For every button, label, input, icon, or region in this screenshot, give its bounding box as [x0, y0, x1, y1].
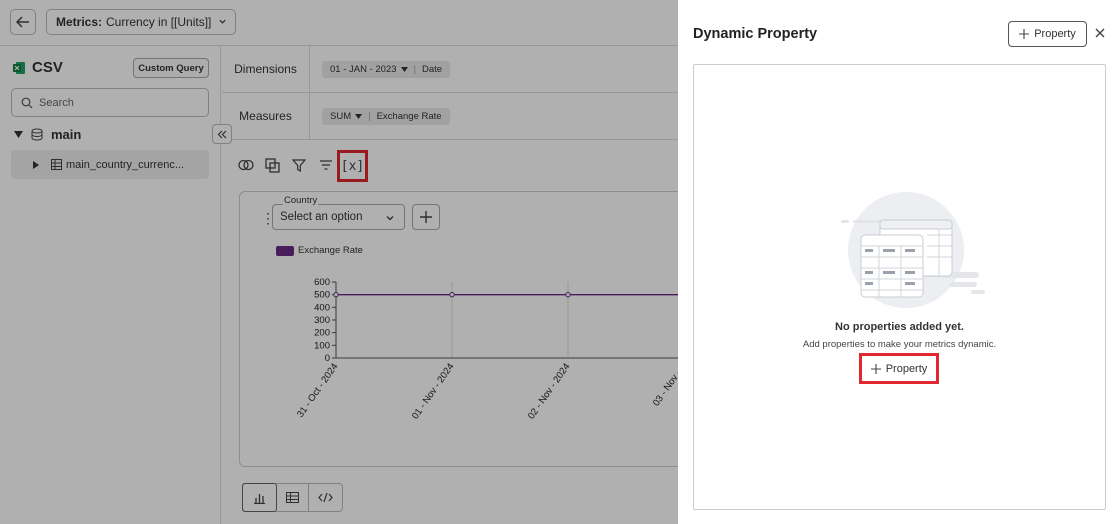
code-icon	[318, 492, 333, 503]
search-icon	[21, 97, 33, 108]
arrow-left-icon	[16, 16, 29, 28]
empty-add-property-label: Property	[885, 362, 928, 375]
add-property-button[interactable]: Property	[1008, 21, 1087, 47]
filter-icon	[292, 158, 306, 172]
measure-field: Exchange Rate	[376, 111, 442, 122]
y-tick-label: 0	[325, 353, 330, 364]
plus-icon	[1019, 29, 1030, 39]
x-tick-label: 03 - Nov - 2	[651, 361, 680, 408]
join-circles-icon	[238, 159, 254, 171]
measure-chip[interactable]: SUM | Exchange Rate	[322, 108, 450, 125]
sort-button[interactable]	[318, 157, 334, 173]
empty-state-title: No properties added yet.	[835, 321, 964, 333]
dimension-chip-value: 01 - JAN - 2023	[330, 64, 397, 75]
custom-query-button[interactable]: Custom Query	[133, 58, 209, 78]
data-point	[333, 291, 339, 298]
exchange-rate-line-chart: 0 100200 300 400500 600 31 - Oct - 2024 01 - N…	[295, 277, 680, 421]
csv-file-icon	[13, 62, 25, 74]
view-toggle	[242, 483, 343, 512]
x-tick-label: 01 - Nov - 2024	[410, 361, 457, 421]
y-tick-label: 400	[314, 302, 330, 313]
country-select[interactable]: Select an option	[272, 204, 405, 230]
y-tick-label: 200	[314, 328, 330, 339]
search-input[interactable]: Search	[11, 88, 209, 117]
measures-label: Measures	[222, 93, 310, 139]
copy-button[interactable]	[264, 157, 280, 173]
plus-icon	[870, 363, 881, 374]
properties-container: No properties added yet. Add properties …	[693, 64, 1106, 510]
variable-button[interactable]: [x]	[337, 150, 368, 182]
legend-label: Exchange Rate	[298, 245, 363, 256]
y-tick-label: 500	[314, 290, 330, 301]
empty-state-subtitle: Add properties to make your metrics dyna…	[802, 339, 997, 350]
measures-row: Measures SUM | Exchange Rate	[222, 93, 678, 140]
caret-down-icon	[355, 114, 363, 119]
dimension-field: Date	[422, 64, 443, 75]
y-tick-label: 600	[314, 277, 330, 288]
bar-chart-icon	[253, 493, 265, 504]
table-view-button[interactable]	[276, 484, 310, 511]
database-icon	[31, 128, 43, 141]
add-filter-button[interactable]	[412, 204, 440, 230]
caret-down-icon	[14, 131, 23, 138]
data-point	[565, 291, 571, 298]
empty-table-illustration	[841, 192, 985, 308]
x-tick-label: 31 - Oct - 2024	[295, 361, 340, 419]
metrics-selector[interactable]: Metrics: Currency in [[Units]]	[46, 9, 236, 35]
filter-button[interactable]	[291, 157, 307, 173]
chevrons-left-icon	[217, 130, 227, 138]
table-icon	[285, 492, 299, 503]
chevron-down-icon	[219, 19, 226, 24]
copy-icon	[264, 157, 280, 173]
chart-legend[interactable]: Exchange Rate	[276, 245, 363, 256]
empty-add-property-button[interactable]: Property	[859, 353, 939, 384]
table-icon	[51, 159, 62, 170]
legend-swatch	[276, 245, 294, 256]
sort-lines-icon	[320, 160, 332, 170]
caret-right-icon	[33, 160, 39, 169]
chevron-down-icon	[386, 216, 394, 221]
dynamic-property-panel: Dynamic Property Property No properties …	[678, 0, 1120, 524]
tree-item-label: main_country_currenc...	[66, 158, 184, 171]
panel-title: Dynamic Property	[693, 26, 818, 42]
join-button[interactable]	[238, 157, 254, 173]
metrics-label: Metrics:	[56, 15, 103, 29]
sidebar: CSV Custom Query Search main main_countr…	[0, 46, 221, 524]
x-tick-label: 02 - Nov - 2024	[526, 361, 573, 421]
close-icon[interactable]	[1094, 27, 1106, 39]
plus-icon	[420, 211, 432, 223]
dimensions-label: Dimensions	[222, 46, 310, 92]
tree-item-table[interactable]: main_country_currenc...	[11, 150, 209, 179]
add-property-label: Property	[1034, 28, 1076, 40]
collapse-sidebar-button[interactable]	[212, 124, 232, 144]
tree-root[interactable]: main	[14, 127, 81, 142]
y-tick-label: 100	[314, 340, 330, 351]
back-button[interactable]	[10, 9, 36, 35]
source-title: CSV	[32, 59, 63, 76]
country-label: Country	[283, 195, 319, 206]
country-select-value: Select an option	[280, 211, 363, 223]
y-tick-label: 300	[314, 315, 330, 326]
chart-view-button[interactable]	[242, 483, 277, 512]
tree-root-label: main	[51, 127, 82, 142]
metrics-value: Currency in [[Units]]	[106, 15, 212, 29]
data-point	[449, 291, 455, 298]
search-placeholder: Search	[39, 96, 74, 109]
top-bar: Metrics: Currency in [[Units]]	[0, 0, 678, 46]
measure-agg: SUM	[330, 111, 352, 122]
dimension-chip[interactable]: 01 - JAN - 2023 | Date	[322, 61, 451, 78]
code-view-button[interactable]	[309, 484, 342, 511]
caret-down-icon	[400, 67, 408, 72]
dimensions-row: Dimensions 01 - JAN - 2023 | Date	[222, 46, 678, 93]
